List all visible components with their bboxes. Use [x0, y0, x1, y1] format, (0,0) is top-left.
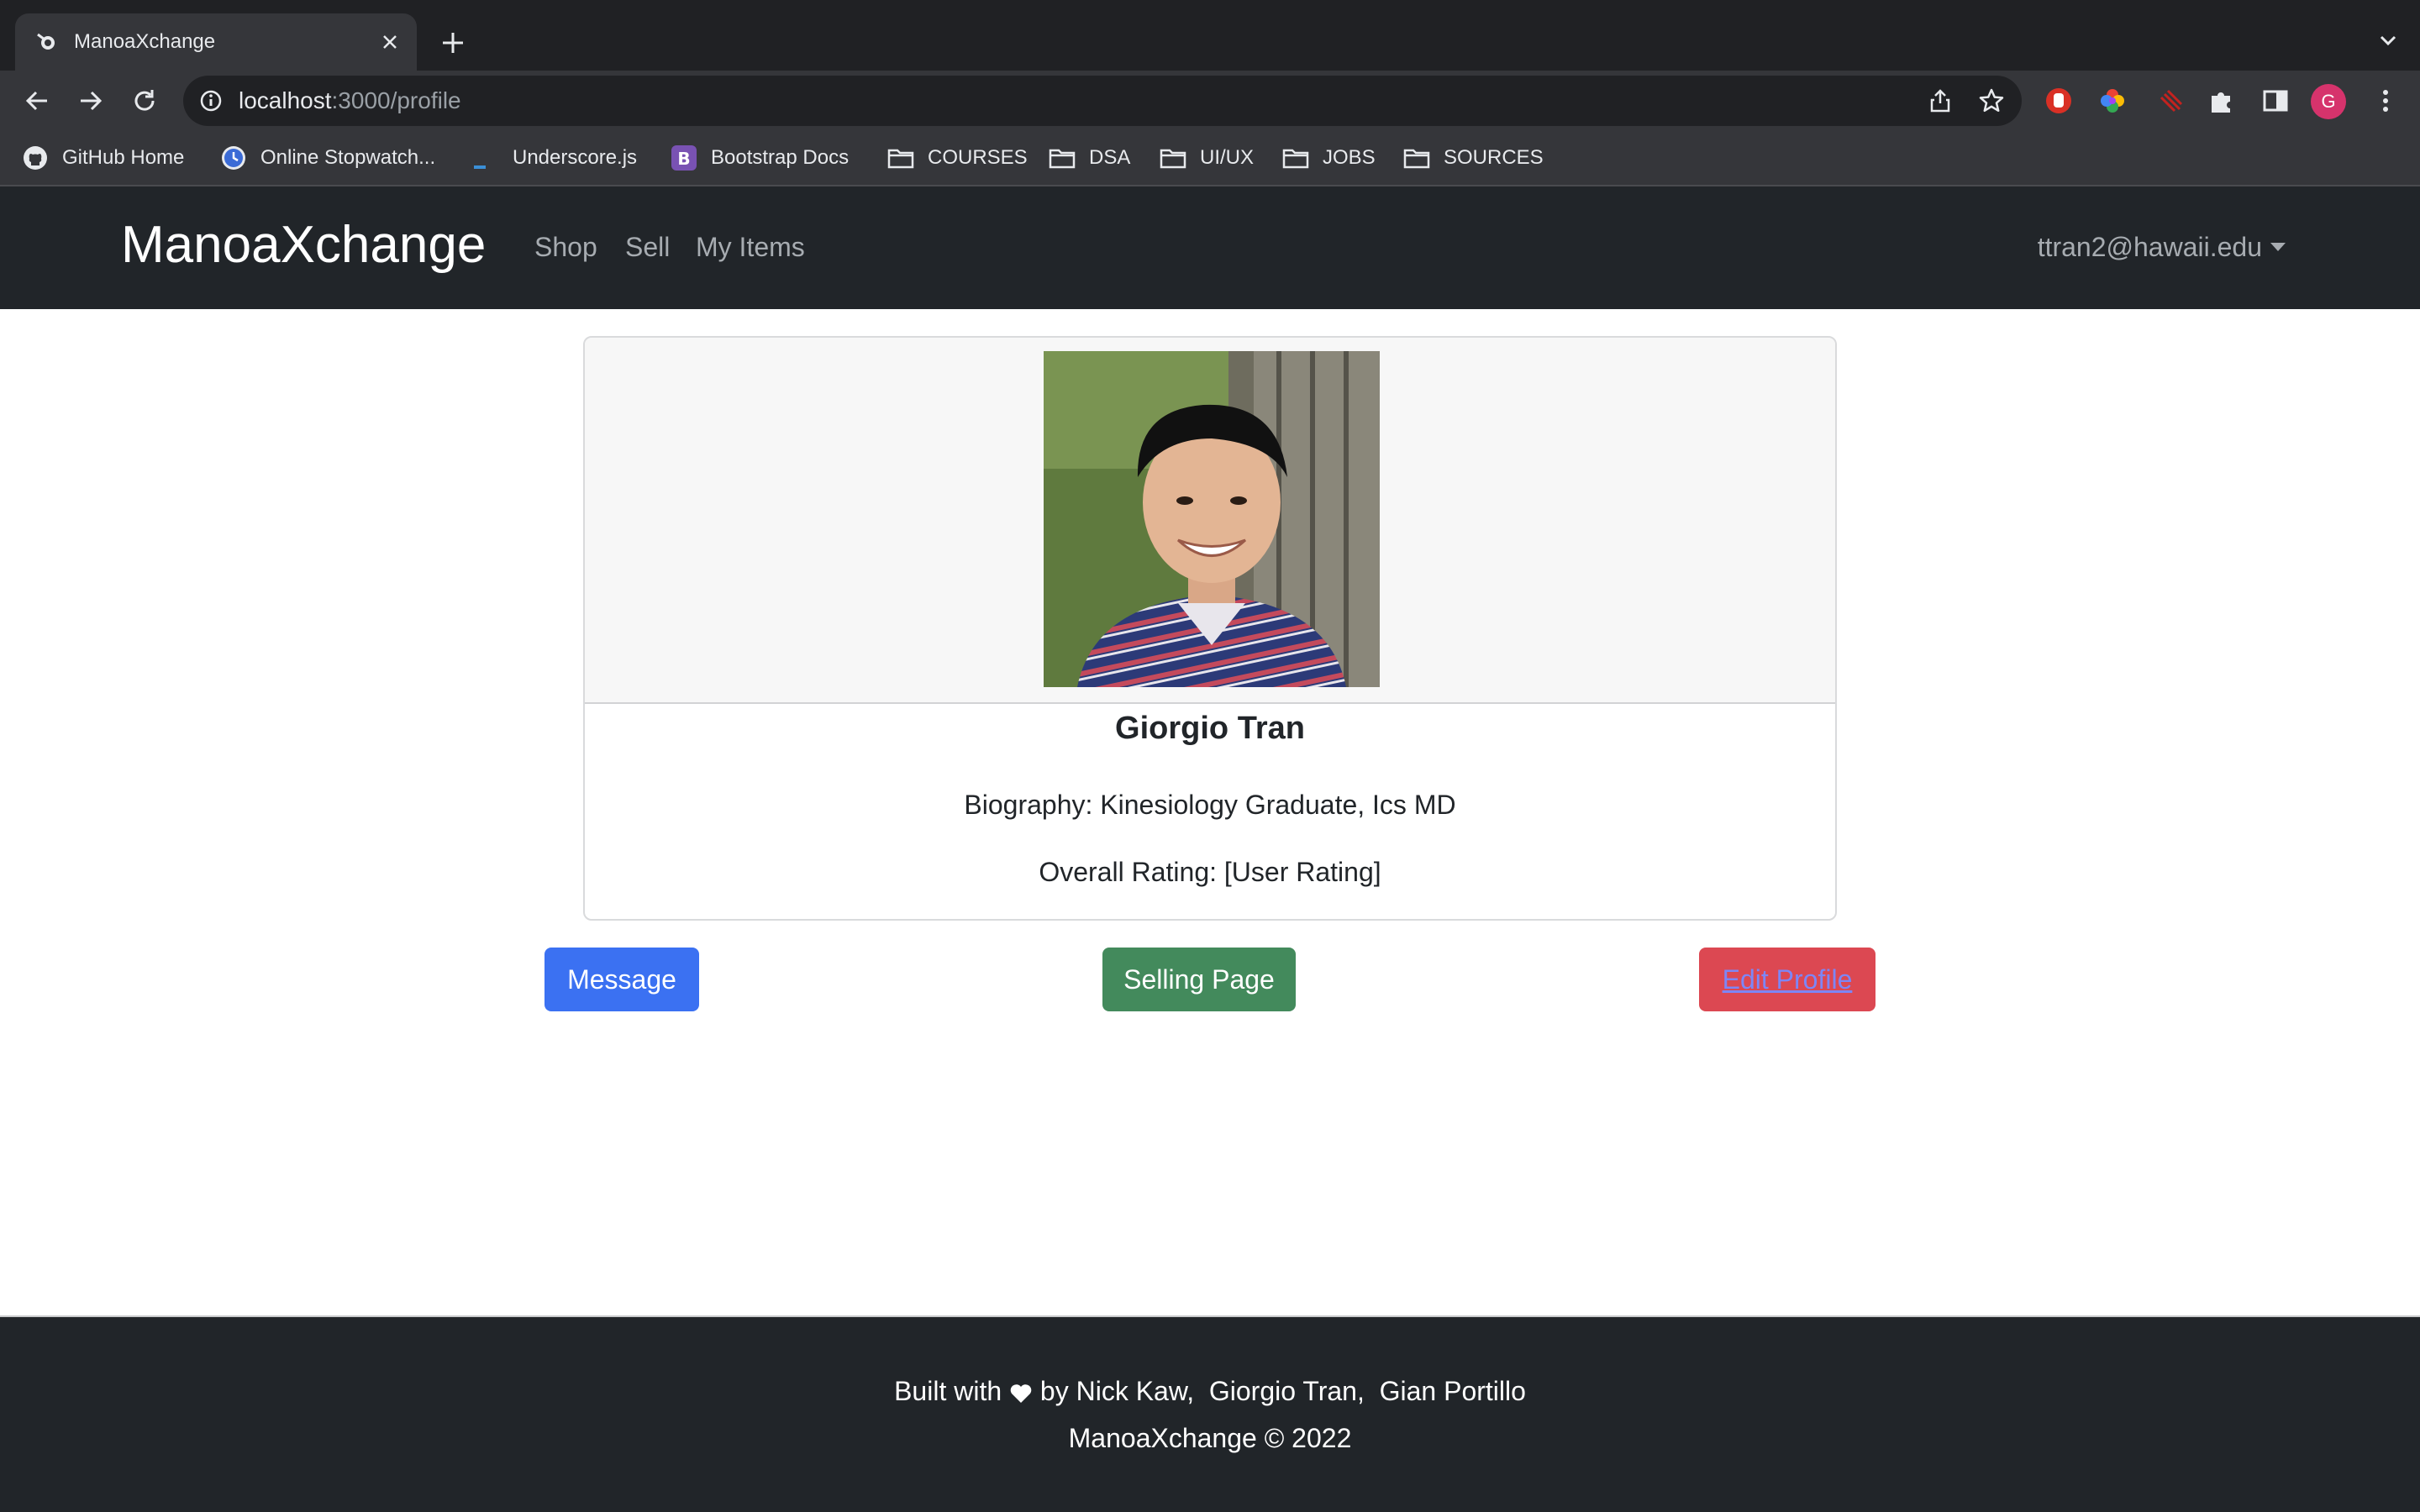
- profile-rating: Overall Rating: [User Rating]: [1039, 857, 1381, 887]
- footer-credits-prefix: Built with: [894, 1376, 1002, 1406]
- folder-icon: [1160, 144, 1186, 171]
- bookmark-star-icon[interactable]: [1978, 87, 2005, 114]
- bookmark-folder-uiux[interactable]: UI/UX: [1160, 143, 1254, 173]
- chevron-down-icon[interactable]: [2376, 29, 2400, 52]
- footer-credits-authors: by Nick Kaw, Giorgio Tran, Gian Portillo: [1039, 1376, 1526, 1406]
- bookmark-online-stopwatch[interactable]: Online Stopwatch...: [220, 143, 435, 173]
- folder-icon: [887, 144, 914, 171]
- nav-link-sell[interactable]: Sell: [625, 230, 670, 264]
- bookmark-label: DSA: [1089, 146, 1131, 169]
- bookmark-bootstrap-docs[interactable]: B Bootstrap Docs: [671, 143, 849, 173]
- nav-link-my-items[interactable]: My Items: [696, 230, 805, 264]
- bookmark-github-home[interactable]: GitHub Home: [22, 143, 184, 173]
- clock-icon: [220, 144, 247, 171]
- bootstrap-icon: B: [671, 144, 697, 171]
- profile-card-header: [585, 338, 1835, 704]
- url-path: :3000/profile: [331, 87, 461, 113]
- site-footer: Built with by Nick Kaw, Giorgio Tran, Gi…: [0, 1315, 2420, 1512]
- site-info-icon[interactable]: [198, 88, 224, 113]
- side-panel-icon[interactable]: [2260, 86, 2291, 116]
- back-arrow-icon[interactable]: [22, 86, 52, 116]
- footer-copyright: ManoaXchange © 2022: [1068, 1423, 1352, 1453]
- browser-tab[interactable]: ManoaXchange: [15, 13, 417, 71]
- profile-biography: Biography: Kinesiology Graduate, Ics MD: [964, 790, 1456, 820]
- message-button[interactable]: Message: [544, 948, 699, 1011]
- meteor-favicon-icon: [35, 30, 59, 54]
- bookmarks-bar: GitHub Home Online Stopwatch... Undersco…: [0, 131, 2420, 186]
- github-icon: [22, 144, 49, 171]
- address-bar[interactable]: localhost:3000/profile: [183, 76, 2022, 126]
- bookmark-label: GitHub Home: [62, 146, 185, 169]
- tab-title: ManoaXchange: [74, 30, 216, 53]
- reload-icon[interactable]: [129, 86, 160, 116]
- stripes-extension-icon[interactable]: [2156, 86, 2186, 116]
- folder-icon: [1049, 144, 1076, 171]
- brand-logo-link[interactable]: ManoaXchange: [121, 212, 486, 279]
- caret-down-icon: [2270, 243, 2286, 251]
- footer-credits: Built with by Nick Kaw, Giorgio Tran, Gi…: [0, 1374, 2420, 1408]
- share-icon[interactable]: [1928, 88, 1953, 113]
- nav-link-shop[interactable]: Shop: [534, 230, 597, 264]
- bookmark-label: Online Stopwatch...: [260, 146, 436, 169]
- bookmark-label: UI/UX: [1200, 146, 1255, 169]
- edit-profile-button[interactable]: Edit Profile: [1699, 948, 1876, 1011]
- edit-profile-link[interactable]: Edit Profile: [1723, 964, 1853, 995]
- bookmark-folder-sources[interactable]: SOURCES: [1403, 143, 1544, 173]
- bookmark-label: SOURCES: [1444, 146, 1544, 169]
- heart-icon: [1009, 1383, 1033, 1404]
- folder-icon: [1282, 144, 1309, 171]
- folder-icon: [1403, 144, 1430, 171]
- profile-name: Giorgio Tran: [1115, 711, 1305, 746]
- url-text: localhost:3000/profile: [239, 87, 461, 115]
- svg-text:B: B: [677, 149, 690, 169]
- bookmark-folder-courses[interactable]: COURSES: [887, 143, 1028, 173]
- profile-photo: [1044, 351, 1380, 687]
- new-tab-icon[interactable]: [439, 29, 467, 57]
- selling-page-button[interactable]: Selling Page: [1102, 948, 1296, 1011]
- color-wheel-extension-icon[interactable]: [2097, 86, 2128, 116]
- browser-toolbar: localhost:3000/profile G: [0, 71, 2420, 131]
- profile-card: Giorgio Tran Biography: Kinesiology Grad…: [583, 336, 1837, 921]
- kebab-menu-icon[interactable]: [2371, 86, 2400, 116]
- bookmark-label: COURSES: [928, 146, 1028, 169]
- browser-profile-avatar[interactable]: G: [2311, 84, 2346, 119]
- user-dropdown[interactable]: ttran2@hawaii.edu: [2038, 230, 2286, 264]
- bookmark-folder-dsa[interactable]: DSA: [1049, 143, 1130, 173]
- bookmark-label: Underscore.js: [513, 146, 638, 169]
- url-host: localhost: [239, 87, 332, 113]
- bookmark-label: JOBS: [1323, 146, 1376, 169]
- browser-tab-strip: ManoaXchange: [0, 0, 2420, 71]
- app-navbar: ManoaXchange Shop Sell My Items ttran2@h…: [0, 186, 2420, 309]
- close-tab-icon[interactable]: [378, 30, 402, 54]
- user-email: ttran2@hawaii.edu: [2037, 232, 2262, 262]
- bookmark-label: Bootstrap Docs: [711, 146, 850, 169]
- bookmark-folder-jobs[interactable]: JOBS: [1282, 143, 1376, 173]
- underscore-icon: [472, 144, 499, 171]
- forward-arrow-icon[interactable]: [76, 86, 106, 116]
- bookmark-underscore[interactable]: Underscore.js: [472, 143, 637, 173]
- stop-hand-extension-icon[interactable]: [2044, 86, 2074, 116]
- puzzle-extensions-icon[interactable]: [2207, 86, 2237, 116]
